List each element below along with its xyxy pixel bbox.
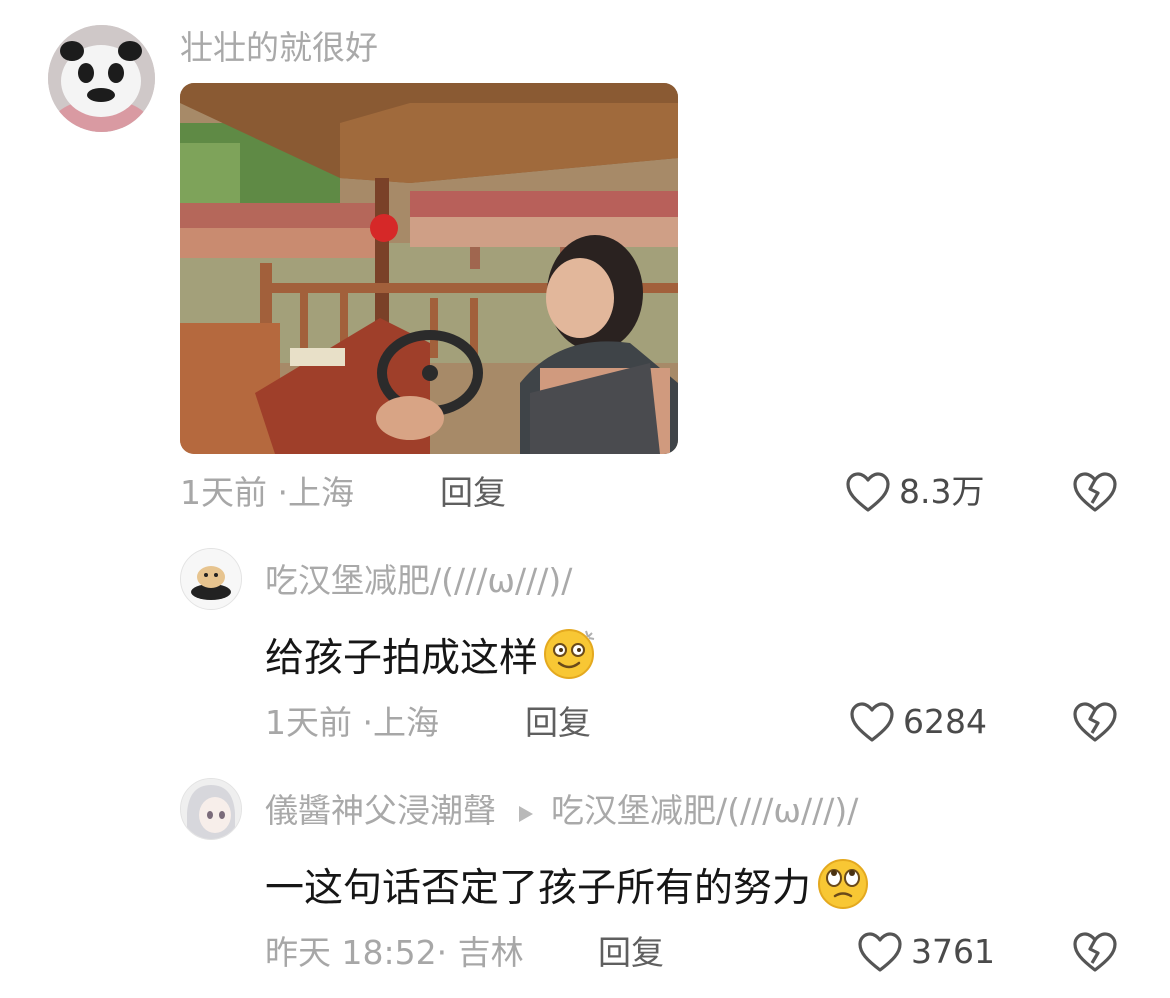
comment-3-username[interactable]: 儀醬神父浸潮聲 <box>265 791 496 830</box>
separator: · <box>362 703 374 742</box>
avatar-comment-1[interactable] <box>48 25 155 132</box>
avatar-comment-3[interactable] <box>180 778 242 840</box>
comment-2-location: 上海 <box>373 703 439 742</box>
comment-1-reply-button[interactable]: 回复 <box>440 473 506 513</box>
heart-icon <box>846 472 890 512</box>
comment-1-like-button[interactable]: 8.3万 <box>845 471 984 513</box>
comment-3-like-count: 3761 <box>911 932 995 971</box>
comment-1-dislike-button[interactable] <box>1072 471 1118 517</box>
comment-3-location: 吉林 <box>457 933 524 972</box>
broken-heart-icon <box>1073 472 1117 512</box>
panda-avatar-icon <box>48 25 155 132</box>
broken-heart-icon <box>1073 932 1117 972</box>
comment-3-like-button[interactable]: 3761 <box>857 931 995 973</box>
eye-roll-emoji-icon <box>815 857 871 921</box>
comment-3-username-line: 儀醬神父浸潮聲 吃汉堡减肥/(///ω///)/ <box>265 791 858 833</box>
comment-3-dislike-button[interactable] <box>1072 931 1118 977</box>
comment-1-like-count: 8.3万 <box>899 472 985 511</box>
comment-3-reply-to[interactable]: 吃汉堡减肥/(///ω///)/ <box>551 791 858 830</box>
reply-arrow-icon <box>517 793 535 833</box>
separator: · <box>436 933 448 972</box>
comment-1-location: 上海 <box>288 473 354 512</box>
comment-3-reply-button[interactable]: 回复 <box>598 933 664 973</box>
comment-2-like-count: 6284 <box>903 702 987 741</box>
comment-2-text: 给孩子拍成这样 <box>265 636 539 681</box>
anime-avatar-icon <box>181 779 241 839</box>
comment-1-meta: 1天前 ·上海 <box>180 473 354 513</box>
separator: · <box>277 473 289 512</box>
comment-2-text-line: 给孩子拍成这样 <box>265 627 598 691</box>
comment-2-meta: 1天前 ·上海 <box>265 703 439 743</box>
comment-2-username[interactable]: 吃汉堡减肥/(///ω///)/ <box>265 561 572 601</box>
comment-1-username[interactable]: 壮壮的就很好 <box>180 28 378 68</box>
comment-3-meta: 昨天 18:52· 吉林 <box>265 933 524 973</box>
comment-3-text-line: 一这句话否定了孩子所有的努力 <box>265 857 871 921</box>
heart-icon <box>858 932 902 972</box>
comment-1-photo[interactable] <box>180 83 678 454</box>
hamburger-avatar-icon <box>181 549 241 609</box>
heart-icon <box>850 702 894 742</box>
comment-2-like-button[interactable]: 6284 <box>849 701 987 743</box>
comment-2-time: 1天前 <box>265 703 352 742</box>
comment-2-dislike-button[interactable] <box>1072 701 1118 747</box>
avatar-comment-2[interactable] <box>180 548 242 610</box>
comment-3-text: 一这句话否定了孩子所有的努力 <box>265 866 812 911</box>
broken-heart-icon <box>1073 702 1117 742</box>
comment-1-time: 1天前 <box>180 473 267 512</box>
comment-2-reply-button[interactable]: 回复 <box>525 703 591 743</box>
comment-3-time: 昨天 18:52 <box>265 933 437 972</box>
boat-photo-image <box>180 83 678 454</box>
dizzy-face-emoji-icon <box>542 627 598 691</box>
